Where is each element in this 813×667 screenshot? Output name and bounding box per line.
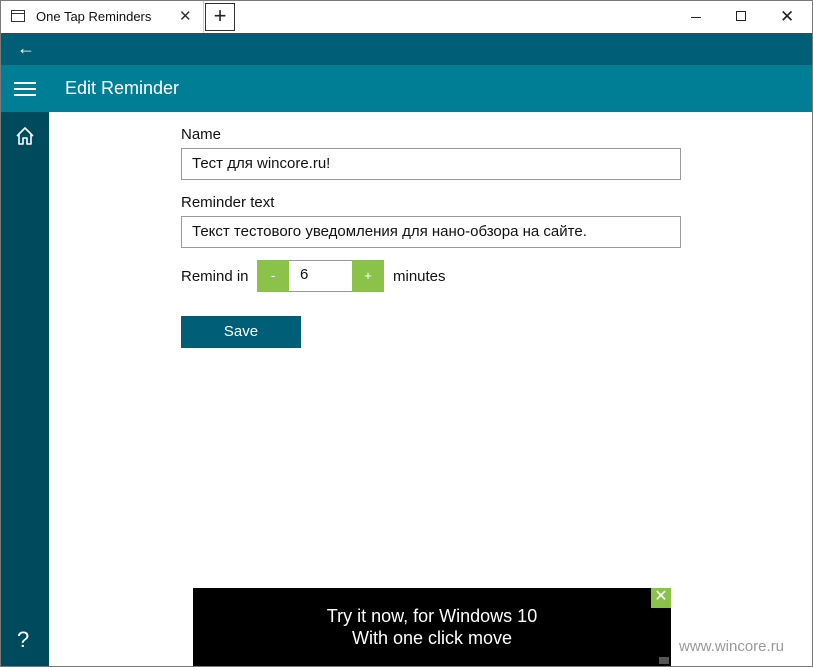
app-window: One Tap Reminders ✕ + ✕ ← Edit Reminder … <box>0 0 813 667</box>
close-icon: ✕ <box>780 7 795 26</box>
ad-close-icon[interactable]: ✕ <box>651 588 671 608</box>
increment-button[interactable]: + <box>352 260 384 292</box>
maximize-button[interactable] <box>719 1 765 33</box>
tab-close-icon[interactable]: ✕ <box>179 7 192 25</box>
new-tab-button[interactable]: + <box>205 3 235 31</box>
page-title: Edit Reminder <box>65 78 180 98</box>
reminder-text-input[interactable]: Текст тестового уведомления для нано-обз… <box>181 216 681 248</box>
reminder-text-label: Reminder text <box>181 194 275 211</box>
home-icon[interactable] <box>15 126 35 146</box>
edit-form: Name Тест для wincore.ru! Reminder text … <box>49 112 812 666</box>
back-bar: ← <box>1 33 812 65</box>
save-button[interactable]: Save <box>181 316 301 348</box>
decrement-button[interactable]: - <box>257 260 289 292</box>
page-header: Edit Reminder <box>1 65 812 112</box>
minutes-unit-label: minutes <box>393 268 446 285</box>
watermark: www.wincore.ru <box>679 638 785 655</box>
back-arrow-icon[interactable]: ← <box>17 38 35 59</box>
sidebar: ? <box>1 112 49 666</box>
tab-title: One Tap Reminders <box>36 9 152 24</box>
app-tab[interactable]: One Tap Reminders ✕ <box>1 1 204 33</box>
title-bar: One Tap Reminders ✕ + ✕ <box>1 1 812 33</box>
minimize-icon <box>691 17 701 18</box>
help-icon[interactable]: ? <box>17 627 29 653</box>
ad-text-line2: With one click move <box>351 628 513 648</box>
minimize-button[interactable] <box>673 1 719 33</box>
name-label: Name <box>181 126 222 143</box>
remind-in-label: Remind in <box>181 268 249 285</box>
hamburger-icon[interactable] <box>14 82 36 96</box>
minutes-input[interactable]: 6 <box>289 260 352 292</box>
ad-badge-icon <box>659 657 669 664</box>
ad-text-line1: Try it now, for Windows 10 <box>326 606 538 626</box>
close-window-button[interactable]: ✕ <box>765 1 811 33</box>
window-icon <box>11 10 25 22</box>
maximize-icon <box>736 11 746 21</box>
ad-banner[interactable]: ✕ Try it now, for Windows 10 With one cl… <box>193 588 671 666</box>
name-input[interactable]: Тест для wincore.ru! <box>181 148 681 180</box>
